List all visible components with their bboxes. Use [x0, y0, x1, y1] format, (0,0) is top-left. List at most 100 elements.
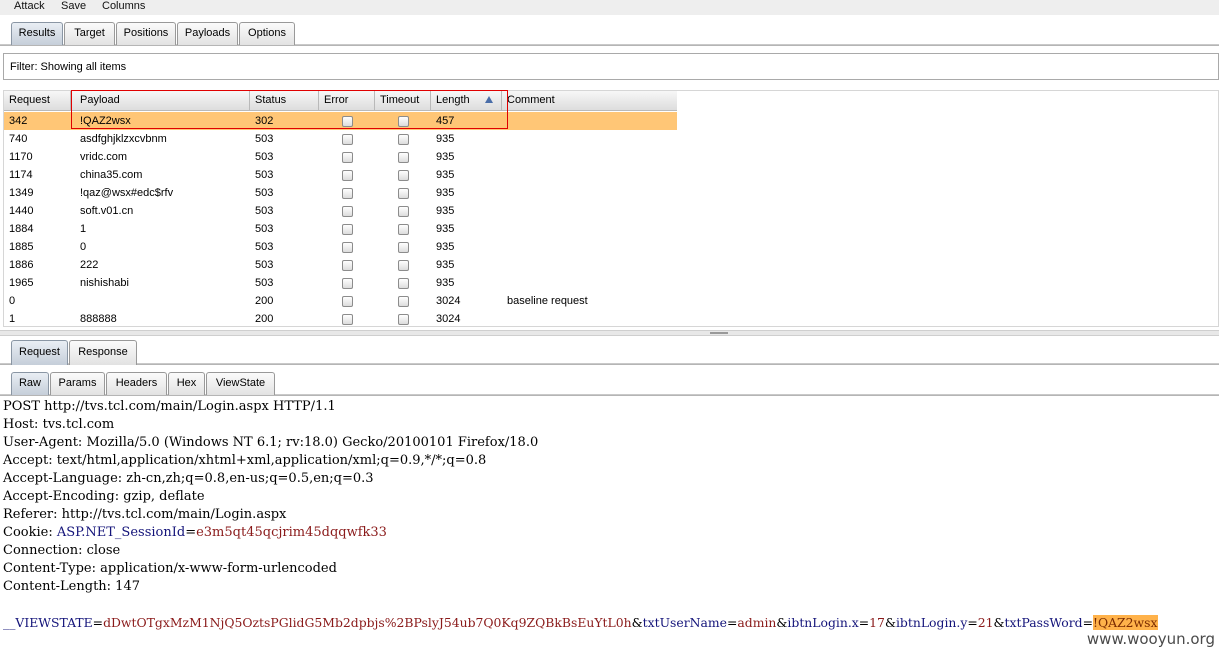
- cell-request: 1: [9, 313, 16, 325]
- error-checkbox[interactable]: [342, 134, 353, 145]
- cell-length: 935: [436, 277, 455, 289]
- timeout-checkbox[interactable]: [398, 152, 409, 163]
- cell-comment: [502, 184, 677, 202]
- cell-request: 0: [9, 295, 16, 307]
- error-checkbox[interactable]: [342, 242, 353, 253]
- table-row[interactable]: 1 888888 200 3024: [4, 310, 677, 326]
- error-checkbox[interactable]: [342, 224, 353, 235]
- cell-comment: [502, 238, 677, 256]
- tab-payloads[interactable]: Payloads: [177, 22, 238, 45]
- cookie-name: ASP.NET_SessionId: [56, 525, 186, 540]
- cell-comment: [502, 112, 677, 130]
- cell-length: 935: [436, 151, 455, 163]
- col-payload[interactable]: Payload: [71, 91, 250, 111]
- timeout-checkbox[interactable]: [398, 188, 409, 199]
- cell-length: 3024: [436, 313, 461, 325]
- raw-request-editor[interactable]: POST http://tvs.tcl.com/main/Login.aspx …: [0, 398, 1219, 648]
- timeout-checkbox[interactable]: [398, 278, 409, 289]
- timeout-checkbox[interactable]: [398, 296, 409, 307]
- timeout-checkbox[interactable]: [398, 224, 409, 235]
- table-row[interactable]: 1440 soft.v01.cn 503 935: [4, 202, 677, 220]
- error-checkbox[interactable]: [342, 116, 353, 127]
- cell-length: 935: [436, 241, 455, 253]
- tab-results[interactable]: Results: [11, 22, 63, 45]
- col-comment[interactable]: Comment: [502, 91, 677, 111]
- param-key-login-y: ibtnLogin.y: [895, 615, 968, 630]
- table-row[interactable]: 342 !QAZ2wsx 302 457: [4, 112, 677, 130]
- filter-bar[interactable]: Filter: Showing all items: [3, 53, 1219, 80]
- param-value-viewstate: dDwtOTgxMzM1NjQ5OztsPGlidG5Mb2dpbjs%2BPs…: [103, 615, 632, 630]
- menu-columns[interactable]: Columns: [102, 0, 145, 13]
- tab-options[interactable]: Options: [239, 22, 295, 45]
- table-row[interactable]: 740 asdfghjklzxcvbnm 503 935: [4, 130, 677, 148]
- error-checkbox[interactable]: [342, 152, 353, 163]
- param-value-login-y: 21: [977, 615, 994, 630]
- col-timeout[interactable]: Timeout: [375, 91, 431, 111]
- timeout-checkbox[interactable]: [398, 206, 409, 217]
- menu-save[interactable]: Save: [61, 0, 86, 13]
- table-row[interactable]: 1349 !qaz@wsx#edc$rfv 503 935: [4, 184, 677, 202]
- cell-payload: !qaz@wsx#edc$rfv: [80, 187, 174, 199]
- tab-hex[interactable]: Hex: [168, 372, 205, 395]
- tab-response[interactable]: Response: [69, 340, 137, 365]
- table-row[interactable]: 1886 222 503 935: [4, 256, 677, 274]
- cell-request: 1965: [9, 277, 34, 289]
- cell-comment: [502, 202, 677, 220]
- menu-attack[interactable]: Attack: [14, 0, 45, 13]
- timeout-checkbox[interactable]: [398, 170, 409, 181]
- col-status[interactable]: Status: [250, 91, 319, 111]
- table-row[interactable]: 1170 vridc.com 503 935: [4, 148, 677, 166]
- tab-request[interactable]: Request: [11, 340, 68, 365]
- cell-payload: 1: [80, 223, 87, 235]
- table-row[interactable]: 1174 china35.com 503 935: [4, 166, 677, 184]
- param-key-login-x: ibtnLogin.x: [787, 615, 859, 630]
- table-row[interactable]: 0 200 3024 baseline request: [4, 292, 677, 310]
- table-row[interactable]: 1885 0 503 935: [4, 238, 677, 256]
- table-row[interactable]: 1965 nishishabi 503 935: [4, 274, 677, 292]
- cell-status: 302: [255, 115, 274, 127]
- tab-headers[interactable]: Headers: [106, 372, 167, 395]
- col-request[interactable]: Request: [4, 91, 71, 111]
- timeout-checkbox[interactable]: [398, 134, 409, 145]
- cell-request: 1885: [9, 241, 34, 253]
- header-accept-language: Accept-Language: zh-cn,zh;q=0.8,en-us;q=…: [3, 471, 374, 486]
- cell-request: 342: [9, 115, 28, 127]
- error-checkbox[interactable]: [342, 206, 353, 217]
- error-checkbox[interactable]: [342, 296, 353, 307]
- tab-params[interactable]: Params: [50, 372, 105, 395]
- header-referer: Referer: http://tvs.tcl.com/main/Login.a…: [3, 507, 287, 522]
- error-checkbox[interactable]: [342, 314, 353, 325]
- pane-splitter[interactable]: [0, 330, 1219, 336]
- error-checkbox[interactable]: [342, 260, 353, 271]
- cell-status: 503: [255, 133, 274, 145]
- splitter-grip-icon: [710, 332, 728, 334]
- param-key-password: txtPassWord: [1004, 615, 1083, 630]
- cell-status: 503: [255, 259, 274, 271]
- col-error[interactable]: Error: [319, 91, 375, 111]
- cell-comment: [502, 130, 677, 148]
- cell-status: 503: [255, 241, 274, 253]
- cell-comment: [502, 274, 677, 292]
- tab-positions[interactable]: Positions: [116, 22, 176, 45]
- tab-raw[interactable]: Raw: [11, 372, 49, 395]
- cookie-value: e3m5qt45qcjrim45dqqwfk33: [196, 525, 387, 540]
- payload-position-highlight: !QAZ2wsx: [1092, 615, 1158, 630]
- tab-strip-line: [0, 363, 1219, 365]
- col-length-label: Length: [436, 94, 470, 106]
- error-checkbox[interactable]: [342, 170, 353, 181]
- error-checkbox[interactable]: [342, 188, 353, 199]
- cell-status: 200: [255, 313, 274, 325]
- tab-target[interactable]: Target: [64, 22, 115, 45]
- results-table: Request Payload Status Error Timeout Len…: [3, 90, 1219, 327]
- tab-viewstate[interactable]: ViewState: [206, 372, 275, 395]
- cell-comment: [502, 256, 677, 274]
- col-length[interactable]: Length: [431, 91, 502, 111]
- timeout-checkbox[interactable]: [398, 242, 409, 253]
- error-checkbox[interactable]: [342, 278, 353, 289]
- timeout-checkbox[interactable]: [398, 116, 409, 127]
- table-row[interactable]: 1884 1 503 935: [4, 220, 677, 238]
- header-content-length: Content-Length: 147: [3, 579, 140, 594]
- timeout-checkbox[interactable]: [398, 314, 409, 325]
- header-connection: Connection: close: [3, 543, 121, 558]
- timeout-checkbox[interactable]: [398, 260, 409, 271]
